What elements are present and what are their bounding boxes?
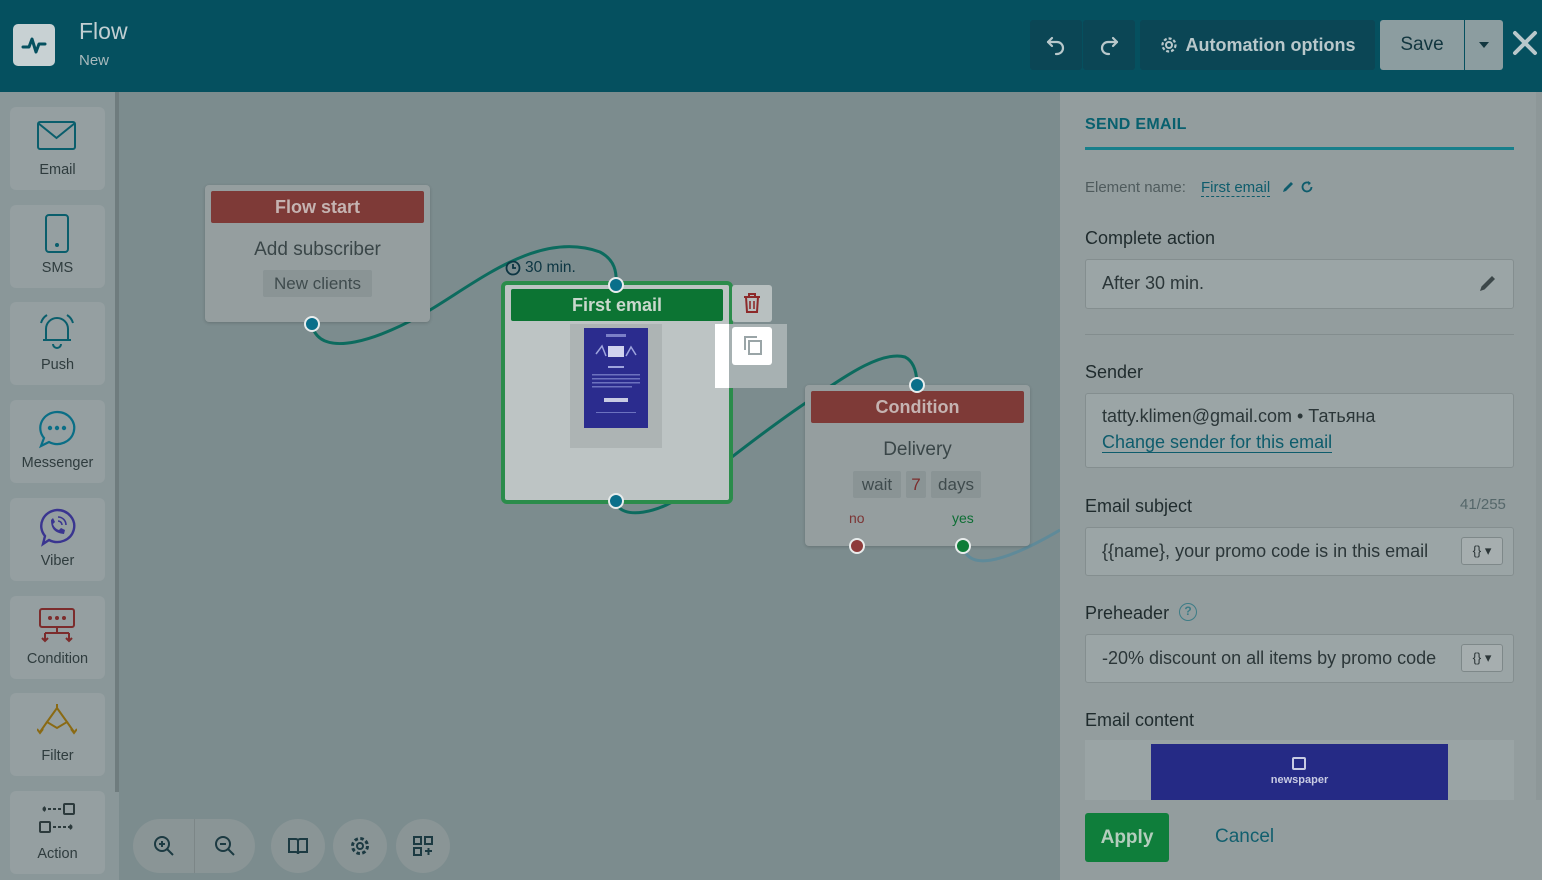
zoom-in-icon[interactable] bbox=[153, 835, 175, 857]
automation-options-label: Automation options bbox=[1185, 34, 1356, 55]
email-subject-counter: 41/255 bbox=[1460, 496, 1506, 513]
help-icon[interactable]: ? bbox=[1179, 603, 1197, 621]
preheader-label: Preheader bbox=[1085, 603, 1170, 623]
condition-node[interactable]: Condition Delivery wait 7 days no yes bbox=[805, 385, 1030, 546]
minimap-button[interactable] bbox=[396, 819, 450, 873]
duplicate-node-button[interactable] bbox=[732, 327, 772, 365]
yes-branch-label: yes bbox=[952, 510, 974, 526]
preheader-field[interactable]: -20% discount on all items by promo code… bbox=[1085, 634, 1514, 683]
redo-icon bbox=[1100, 36, 1119, 56]
condition-no-port[interactable] bbox=[849, 538, 865, 554]
close-icon bbox=[1513, 31, 1537, 55]
zoom-divider bbox=[194, 819, 195, 873]
zoom-out-icon[interactable] bbox=[214, 835, 236, 857]
wait-value-chip: 7 bbox=[906, 471, 926, 498]
guide-button[interactable] bbox=[271, 819, 325, 873]
complete-action-label: Complete action bbox=[1085, 228, 1216, 248]
pencil-icon[interactable] bbox=[1281, 180, 1295, 194]
panel-scrollbar[interactable] bbox=[1536, 92, 1542, 800]
email-content-label: Email content bbox=[1085, 710, 1195, 730]
element-name-label: Element name: bbox=[1085, 179, 1186, 196]
highlight-strip bbox=[715, 324, 729, 388]
flow-start-output-port[interactable] bbox=[304, 316, 320, 332]
segment-chip: New clients bbox=[263, 270, 372, 297]
braces-icon: {} ▾ bbox=[1472, 650, 1492, 665]
panel-title: SEND EMAIL bbox=[1085, 116, 1187, 133]
sender-label: Sender bbox=[1085, 362, 1144, 382]
node-title: Add subscriber bbox=[254, 239, 381, 260]
gear-icon bbox=[351, 837, 369, 855]
email-subject-value: {{name}, your promo code is in this emai… bbox=[1102, 541, 1429, 561]
node-title: Delivery bbox=[883, 439, 952, 460]
sender-field: tatty.klimen@gmail.com • Татьяна Change … bbox=[1085, 393, 1514, 468]
flow-editor: Flow New Automation options Save Email S… bbox=[0, 0, 1542, 880]
cancel-button[interactable]: Cancel bbox=[1215, 826, 1274, 848]
reset-name-icon[interactable] bbox=[1300, 180, 1314, 194]
newspaper-icon bbox=[1292, 757, 1306, 770]
close-editor-button[interactable] bbox=[1510, 28, 1540, 58]
delay-tag[interactable]: 30 min. bbox=[505, 258, 576, 278]
preheader-value: -20% discount on all items by promo code bbox=[1102, 648, 1437, 668]
save-dropdown-button[interactable] bbox=[1465, 20, 1503, 70]
wait-unit-chip: days bbox=[931, 471, 981, 498]
node-header: First email bbox=[511, 289, 723, 321]
canvas-settings-button[interactable] bbox=[333, 819, 387, 873]
automation-options-button[interactable]: Automation options bbox=[1140, 20, 1375, 70]
sender-value: tatty.klimen@gmail.com • Татьяна bbox=[1102, 406, 1376, 426]
book-icon bbox=[288, 838, 308, 855]
complete-action-value: After 30 min. bbox=[1102, 273, 1205, 293]
element-name-value[interactable]: First email bbox=[1201, 179, 1271, 197]
first-email-input-port[interactable] bbox=[608, 277, 624, 293]
save-button[interactable]: Save bbox=[1380, 20, 1464, 70]
gear-icon bbox=[1160, 37, 1177, 53]
condition-yes-port[interactable] bbox=[955, 538, 971, 554]
braces-icon: {} ▾ bbox=[1472, 543, 1492, 558]
zoom-controls bbox=[133, 819, 255, 873]
node-header: Flow start bbox=[211, 191, 424, 223]
clock-icon bbox=[505, 260, 521, 276]
insert-variable-button[interactable]: {} ▾ bbox=[1461, 537, 1503, 565]
email-subject-field[interactable]: {{name}, your promo code is in this emai… bbox=[1085, 527, 1514, 576]
complete-action-field[interactable]: After 30 min. bbox=[1085, 259, 1514, 309]
caret-down-icon bbox=[1479, 42, 1489, 48]
section-divider bbox=[1085, 334, 1514, 335]
email-subject-label: Email subject bbox=[1085, 496, 1193, 516]
edit-pencil-icon[interactable] bbox=[1478, 273, 1498, 293]
panel-title-underline bbox=[1085, 147, 1514, 150]
delete-node-button[interactable] bbox=[732, 285, 772, 322]
trash-icon bbox=[744, 293, 760, 313]
apply-button[interactable]: Apply bbox=[1085, 813, 1169, 862]
redo-button[interactable] bbox=[1083, 20, 1135, 70]
wait-chip: wait bbox=[853, 471, 901, 498]
node-header: Condition bbox=[811, 391, 1024, 423]
change-sender-link[interactable]: Change sender for this email bbox=[1102, 432, 1333, 453]
no-branch-label: no bbox=[849, 510, 865, 526]
email-thumbnail[interactable] bbox=[570, 324, 662, 448]
insert-variable-button[interactable]: {} ▾ bbox=[1461, 644, 1503, 672]
condition-input-port[interactable] bbox=[909, 377, 925, 393]
first-email-output-port[interactable] bbox=[608, 493, 624, 509]
newspaper-logo-text: newspaper bbox=[1270, 774, 1329, 786]
flow-start-node[interactable]: Flow start Add subscriber New clients bbox=[205, 185, 430, 322]
email-preview-image bbox=[584, 328, 648, 428]
email-banner: newspaper bbox=[1151, 744, 1448, 800]
grid-icon bbox=[413, 836, 433, 856]
delay-label: 30 min. bbox=[525, 259, 576, 276]
email-content-preview[interactable]: newspaper bbox=[1085, 740, 1514, 800]
copy-icon bbox=[744, 336, 762, 355]
